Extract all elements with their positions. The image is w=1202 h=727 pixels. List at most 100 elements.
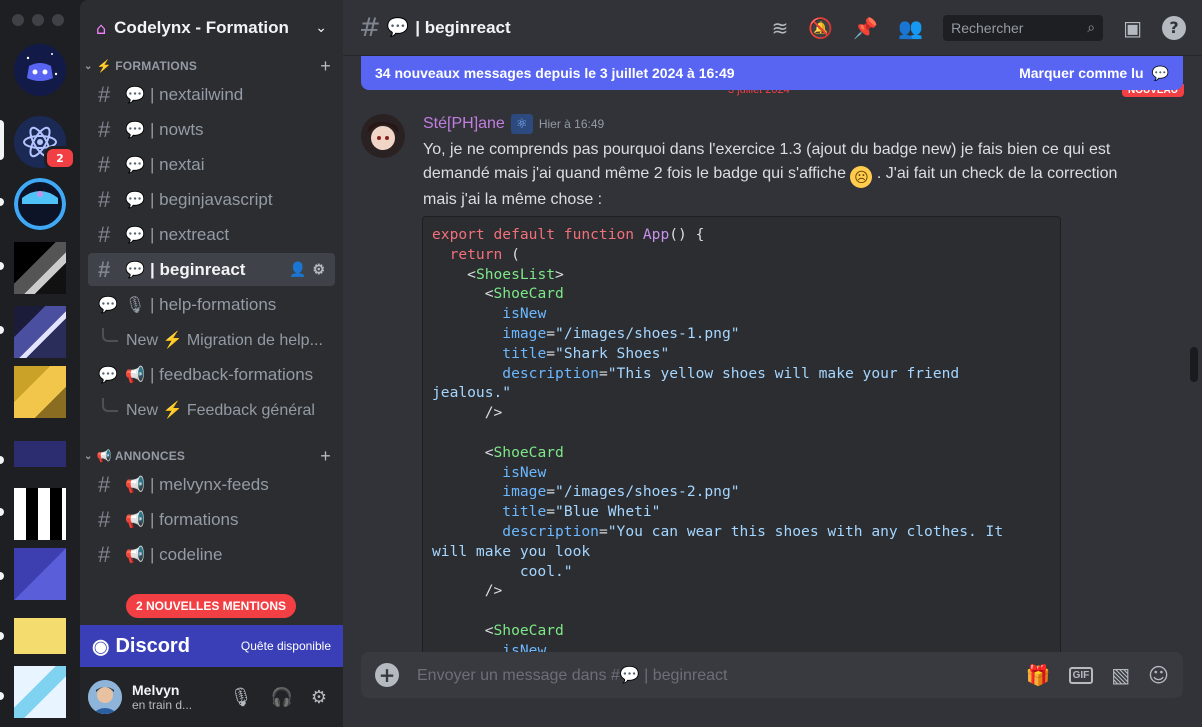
channel-emoji: 🎙 bbox=[124, 296, 146, 314]
minimize-window-button[interactable] bbox=[32, 14, 44, 26]
channel-emoji: 💬 bbox=[125, 226, 145, 244]
thread-migration[interactable]: New ⚡ Migration de help... bbox=[88, 323, 335, 356]
author-avatar-icon bbox=[361, 114, 405, 158]
add-channel-icon[interactable]: + bbox=[320, 56, 331, 77]
channel-label: | formations bbox=[150, 509, 239, 529]
gift-icon[interactable]: 🎁 bbox=[1026, 663, 1051, 687]
discord-logo-icon: ◉ bbox=[92, 635, 110, 658]
scrollbar-thumb[interactable] bbox=[1190, 347, 1198, 382]
channel-label: | help-formations bbox=[150, 294, 277, 314]
composer-actions: 🎁 GIF ▧ ☺ bbox=[1026, 663, 1169, 687]
headphones-icon[interactable]: 🎧 bbox=[270, 687, 292, 708]
close-window-button[interactable] bbox=[12, 14, 24, 26]
server-pixelated-7[interactable] bbox=[14, 610, 66, 662]
add-channel-icon[interactable]: + bbox=[320, 446, 331, 467]
channel-emoji: 📢 bbox=[125, 511, 145, 529]
channel-melvynx-feeds[interactable]: # 📢 | melvynx-feeds bbox=[88, 468, 335, 501]
channel-label: | nextreact bbox=[150, 224, 230, 244]
unread-indicator bbox=[0, 692, 4, 700]
category-formations[interactable]: ⌄ ⚡ FORMATIONS + bbox=[80, 56, 343, 76]
server-discord-home[interactable] bbox=[14, 44, 66, 96]
unread-indicator bbox=[0, 262, 4, 270]
quest-text: Quête disponible bbox=[240, 639, 331, 653]
text-channel-icon: # bbox=[98, 116, 111, 142]
avatar[interactable] bbox=[88, 680, 122, 714]
user-avatar-icon bbox=[88, 680, 122, 714]
message-input[interactable]: Envoyer un message dans #💬 | beginreact bbox=[417, 665, 1026, 685]
server-pixelated-1[interactable] bbox=[14, 242, 66, 294]
gear-icon[interactable]: ⚙ bbox=[312, 261, 325, 278]
server-pixelated-5[interactable] bbox=[14, 488, 66, 540]
channel-label: | nextailwind bbox=[150, 84, 244, 104]
new-mentions-pill[interactable]: 2 NOUVELLES MENTIONS bbox=[126, 594, 297, 618]
channel-nextreact[interactable]: # 💬 | nextreact bbox=[88, 218, 335, 251]
channel-nowts[interactable]: # 💬 | nowts bbox=[88, 113, 335, 146]
server-pixelated-2[interactable] bbox=[14, 306, 66, 358]
channel-label: | melvynx-feeds bbox=[150, 474, 269, 494]
channel-emoji: 💬 bbox=[125, 261, 145, 279]
inbox-icon[interactable]: ▣ bbox=[1123, 16, 1142, 40]
guild-header[interactable]: ⌂ Codelynx - Formation ⌄ bbox=[80, 0, 343, 56]
zoom-window-button[interactable] bbox=[52, 14, 64, 26]
author-name[interactable]: Sté[PH]ane bbox=[423, 115, 505, 133]
role-icon: ⚛ bbox=[510, 114, 533, 134]
voice-controls: 🎙 🎧 ⚙ bbox=[230, 687, 335, 708]
text-channel-icon: # bbox=[98, 256, 111, 282]
channel-emoji: 📢 bbox=[125, 546, 145, 564]
text-channel-icon: # bbox=[98, 471, 111, 497]
server-codelynx[interactable] bbox=[14, 178, 66, 230]
category-annonces[interactable]: ⌄ 📢 ANNONCES + bbox=[80, 446, 343, 466]
gear-icon[interactable]: ⚙ bbox=[311, 687, 327, 708]
attach-button[interactable]: + bbox=[375, 663, 399, 687]
channel-beginreact[interactable]: # 💬 | beginreact 👤 ⚙ bbox=[88, 253, 335, 286]
channel-beginjavascript[interactable]: # 💬 | beginjavascript bbox=[88, 183, 335, 216]
avatar[interactable] bbox=[361, 114, 405, 158]
emoji-icon[interactable]: ☺ bbox=[1148, 663, 1169, 687]
invite-icon[interactable]: 👤 bbox=[289, 261, 306, 278]
member-list-icon[interactable]: 👥 bbox=[898, 16, 923, 40]
threads-icon[interactable]: ≋ bbox=[772, 16, 789, 40]
sticker-icon[interactable]: ▧ bbox=[1111, 663, 1130, 687]
user-info[interactable]: Melvyn en train d... bbox=[132, 682, 230, 712]
server-pixelated-6[interactable] bbox=[14, 548, 66, 600]
unread-indicator bbox=[0, 326, 4, 334]
active-server-indicator bbox=[0, 120, 4, 160]
chevron-down-icon: ⌄ bbox=[315, 20, 327, 36]
main-content: # 💬 | beginreact ≋ 🔕 📌 👥 Rechercher ⌕ ▣ … bbox=[343, 0, 1202, 727]
server-pixelated-4[interactable] bbox=[14, 428, 66, 480]
channel-nextai[interactable]: # 💬 | nextai bbox=[88, 148, 335, 181]
gif-icon[interactable]: GIF bbox=[1068, 666, 1094, 684]
user-status: en train d... bbox=[132, 698, 193, 712]
unread-indicator bbox=[0, 456, 4, 464]
help-icon[interactable]: ? bbox=[1162, 15, 1186, 40]
server-mention-badge: 2 bbox=[44, 146, 76, 170]
channel-feedback-formations[interactable]: 💬 📢 | feedback-formations bbox=[88, 358, 335, 391]
channel-emoji: 💬 bbox=[125, 191, 145, 209]
server-pixelated-3[interactable] bbox=[14, 366, 66, 418]
quest-banner[interactable]: ◉ Discord Quête disponible bbox=[80, 625, 343, 667]
quest-logo-text: Discord bbox=[115, 634, 190, 657]
channel-codeline[interactable]: # 📢 | codeline bbox=[88, 538, 335, 571]
thread-feedback-general[interactable]: New ⚡ Feedback général bbox=[88, 393, 335, 426]
new-messages-text: 34 nouveaux messages depuis le 3 juillet… bbox=[375, 65, 735, 81]
channel-formations[interactable]: # 📢 | formations bbox=[88, 503, 335, 536]
pin-icon[interactable]: 📌 bbox=[853, 16, 878, 40]
text-channel-icon: # bbox=[98, 151, 111, 177]
text-channel-icon: # bbox=[98, 506, 111, 532]
window-controls bbox=[12, 14, 64, 26]
channel-title: | beginreact bbox=[415, 17, 511, 37]
channel-nextailwind[interactable]: # 💬 | nextailwind bbox=[88, 78, 335, 111]
mark-as-read-button[interactable]: Marquer comme lu 💬 bbox=[1019, 65, 1169, 82]
channel-emoji: 📢 bbox=[125, 476, 145, 494]
channel-help-formations[interactable]: 💬 🎙 | help-formations bbox=[88, 288, 335, 321]
mark-read-icon: 💬 bbox=[1151, 64, 1169, 81]
new-messages-bar[interactable]: 34 nouveaux messages depuis le 3 juillet… bbox=[361, 56, 1183, 90]
notifications-muted-icon[interactable]: 🔕 bbox=[808, 16, 833, 40]
channel-tools: 👤 ⚙ bbox=[289, 261, 325, 278]
message-body: Yo, je ne comprends pas pourquoi dans l'… bbox=[423, 138, 1143, 212]
server-pixelated-8[interactable] bbox=[14, 666, 66, 718]
microphone-icon[interactable]: 🎙 bbox=[230, 687, 253, 708]
text-channel-icon: # bbox=[98, 81, 111, 107]
search-input[interactable]: Rechercher ⌕ bbox=[943, 14, 1104, 41]
channel-label: | feedback-formations bbox=[150, 364, 314, 384]
